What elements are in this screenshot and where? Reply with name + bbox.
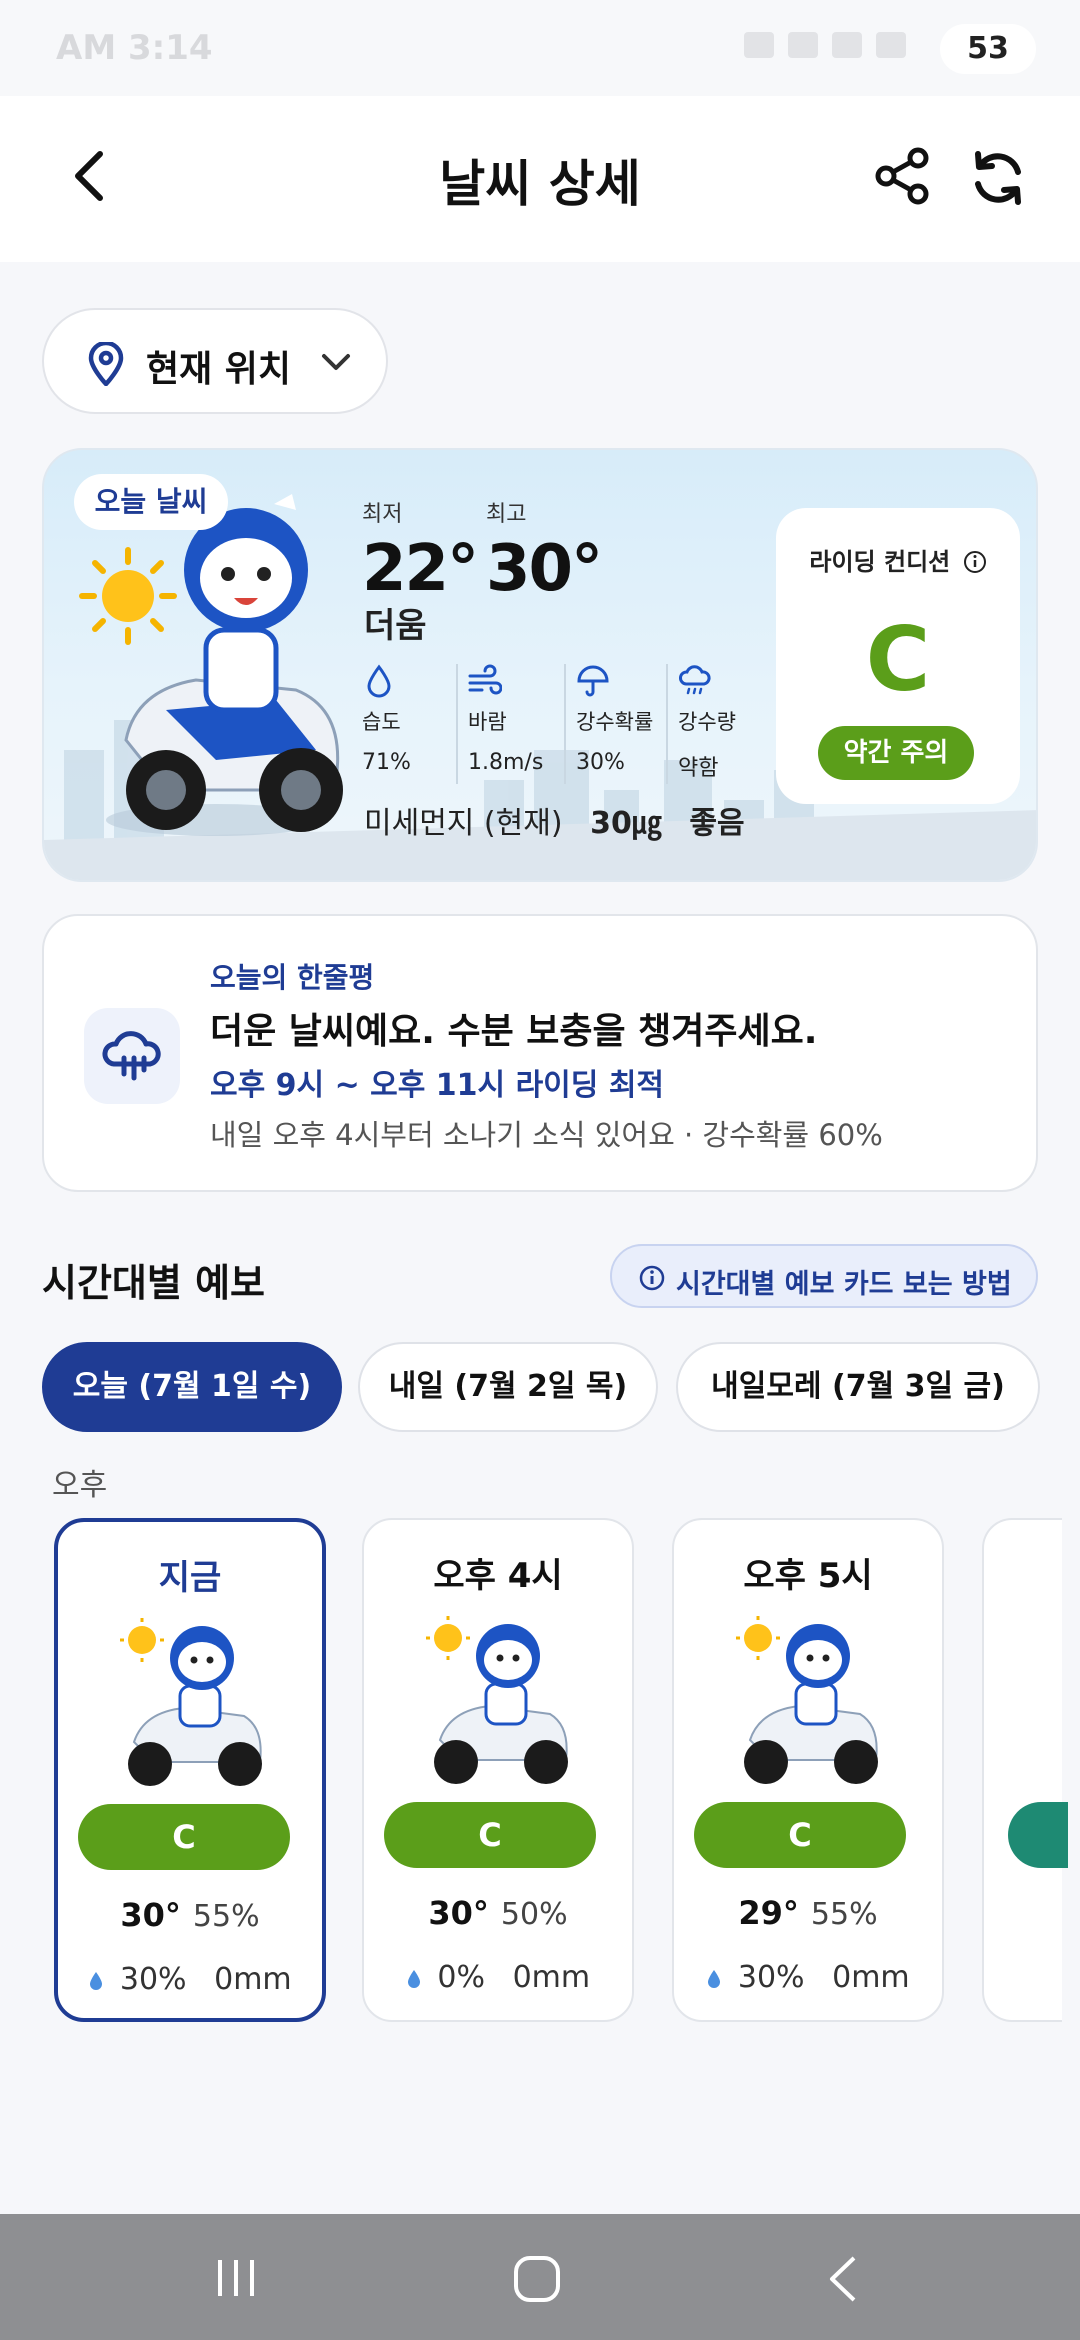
hourly-humidity: 50% [500, 1897, 568, 1932]
summary-kicker: 오늘의 한줄평 [210, 961, 375, 994]
period-label: 오후 [52, 1468, 108, 1503]
today-weather-badge: 오늘 날씨 [74, 474, 228, 530]
status-icons [730, 32, 950, 62]
today-weather-card: 오늘 날씨 최저 22° 최고 30° 더움 습도 71% 바람 1.8m/s … [42, 448, 1038, 882]
metric-humidity: 습도 71% [362, 664, 462, 784]
tab-tomorrow[interactable]: 내일 (7월 2일 목) [358, 1342, 658, 1432]
home-icon[interactable] [512, 2254, 562, 2304]
min-temp-label: 최저 [362, 502, 403, 527]
metric-wind: 바람 1.8m/s [456, 664, 556, 784]
rider-sun-illustration [426, 1616, 568, 1784]
rain-cloud-icon [679, 665, 711, 695]
summary-icon-tile [84, 1008, 180, 1104]
riding-grade: C [865, 608, 931, 711]
hourly-card-4pm[interactable]: 오후 4시 C 30° 50% 0% 0mm [362, 1518, 634, 2022]
hourly-grade-badge [1008, 1802, 1068, 1868]
dust-grade: 좋음 [689, 806, 745, 841]
hourly-card-5pm[interactable]: 오후 5시 C 29° 55% 30% 0mm [672, 1518, 944, 2022]
raindrop-icon [407, 1970, 420, 1988]
summary-note: 내일 오후 4시부터 소나기 소식 있어요 · 강수확률 60% [210, 1118, 883, 1152]
humidity-icon [367, 664, 391, 698]
feel-text: 더움 [364, 606, 427, 646]
hourly-rain-prob: 30% [119, 1962, 187, 1997]
wind-icon [468, 664, 502, 695]
info-icon [639, 1265, 665, 1291]
back-nav-icon[interactable] [824, 2254, 860, 2304]
dust-label: 미세먼지 (현재) [364, 806, 563, 841]
dust-value: 30㎍ [590, 806, 662, 841]
hourly-rain-amount: 0mm [512, 1960, 591, 1995]
share-icon[interactable] [872, 146, 932, 206]
chevron-down-icon [322, 354, 350, 370]
rider-mascot-illustration [106, 494, 343, 836]
hourly-humidity: 55% [192, 1899, 260, 1934]
metric-rain-prob: 강수확률 30% [564, 664, 664, 784]
umbrella-icon [577, 665, 609, 697]
metric-rain-amount: 강수량 약함 [666, 664, 766, 784]
tab-day-after-tomorrow[interactable]: 내일모레 (7월 3일 금) [676, 1342, 1040, 1432]
hourly-rain-amount: 0mm [832, 1960, 910, 1995]
fine-dust-row: 미세먼지 (현재) 30㎍ 좋음 [364, 798, 763, 842]
location-selector[interactable]: 현재 위치 [42, 308, 388, 414]
hourly-rain-prob: 0% [437, 1960, 486, 1995]
riding-condition-card[interactable]: 라이딩 컨디션 C 약간 주의 [776, 508, 1020, 804]
hourly-card-now[interactable]: 지금 C 30° 55% 30% 0mm [54, 1518, 326, 2022]
refresh-icon[interactable] [966, 146, 1030, 210]
rider-sun-illustration [736, 1616, 878, 1784]
hourly-help-button[interactable]: 시간대별 예보 카드 보는 방법 [610, 1244, 1038, 1308]
info-icon[interactable] [963, 550, 987, 574]
max-temp-label: 최고 [486, 502, 527, 527]
location-pin-icon [88, 342, 124, 386]
day-tabs: 오늘 (7월 1일 수) 내일 (7월 2일 목) 내일모레 (7월 3일 금) [42, 1342, 1042, 1432]
raindrop-icon [90, 1972, 103, 1990]
max-temp-value: 30° [486, 532, 603, 606]
riding-condition-title: 라이딩 컨디션 [776, 542, 1020, 577]
system-nav-bar [0, 2214, 1080, 2340]
best-riding-time: 오후 9시 ~ 오후 11시 라이딩 최적 [210, 1068, 665, 1103]
hourly-temp: 30° [120, 1896, 181, 1934]
status-time: AM 3:14 [56, 28, 213, 68]
weather-metrics: 습도 71% 바람 1.8m/s 강수확률 30% 강수량 약함 [362, 664, 782, 784]
hourly-help-label: 시간대별 예보 카드 보는 방법 [676, 1269, 1012, 1300]
hourly-temp: 29° [738, 1894, 799, 1932]
location-label: 현재 위치 [146, 349, 292, 390]
min-temp-value: 22° [362, 532, 479, 606]
riding-status-badge: 약간 주의 [818, 726, 974, 780]
raindrop-icon [708, 1970, 721, 1988]
hourly-rain-prob: 30% [737, 1960, 805, 1995]
battery-indicator: 53 [940, 24, 1036, 74]
daily-summary-card: 오늘의 한줄평 더운 날씨예요. 수분 보충을 챙겨주세요. 오후 9시 ~ 오… [42, 914, 1038, 1192]
hourly-rain-amount: 0mm [214, 1962, 292, 1997]
hourly-humidity: 55% [810, 1897, 878, 1932]
hourly-card-next-partial[interactable] [982, 1518, 1068, 2022]
app-header: 날씨 상세 [0, 96, 1080, 262]
recent-apps-icon[interactable] [214, 2258, 258, 2298]
status-bar: AM 3:14 53 [0, 0, 1080, 96]
hourly-grade-badge: C [384, 1802, 596, 1868]
hourly-forecast-title: 시간대별 예보 [42, 1261, 265, 1305]
hourly-temp: 30° [428, 1894, 489, 1932]
tab-today[interactable]: 오늘 (7월 1일 수) [42, 1342, 342, 1432]
summary-headline: 더운 날씨예요. 수분 보충을 챙겨주세요. [210, 1011, 818, 1052]
rain-cloud-icon [102, 1031, 161, 1081]
rider-sun-illustration [120, 1618, 262, 1786]
hourly-grade-badge: C [78, 1804, 290, 1870]
hourly-grade-badge: C [694, 1802, 906, 1868]
